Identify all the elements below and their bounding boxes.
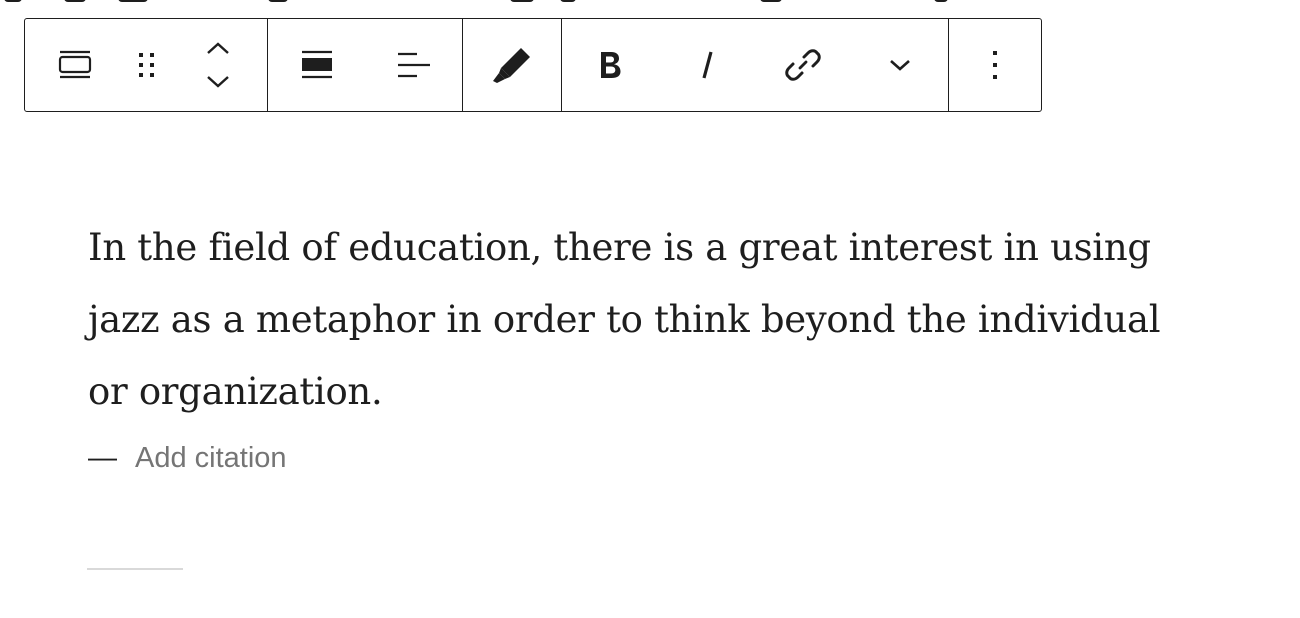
align-wide-icon (301, 50, 332, 79)
move-up-button[interactable] (206, 31, 230, 65)
options-button[interactable] (949, 19, 1041, 111)
citation-placeholder[interactable]: Add citation (135, 442, 287, 475)
quote-text[interactable]: In the field of education, there is a gr… (88, 212, 1208, 428)
drag-handle-icon (139, 53, 154, 77)
text-align-button[interactable] (365, 19, 462, 111)
italic-icon (702, 51, 713, 79)
highlighter-icon (493, 48, 530, 83)
chevron-down-icon (889, 60, 910, 71)
text-align-left-icon (397, 52, 430, 78)
link-button[interactable] (755, 19, 852, 111)
bold-icon (601, 52, 621, 78)
bold-button[interactable] (562, 19, 659, 111)
format-group (562, 19, 949, 111)
drag-handle-button[interactable] (125, 19, 169, 111)
more-vertical-icon (993, 51, 997, 79)
options-group (949, 19, 1041, 111)
citation[interactable]: — Add citation (88, 442, 1208, 475)
transform-block-button[interactable] (25, 19, 125, 111)
quote-block[interactable]: In the field of education, there is a gr… (88, 212, 1208, 475)
style-group (463, 19, 562, 111)
citation-dash: — (88, 442, 117, 474)
block-controls-group (25, 19, 268, 111)
link-icon (785, 49, 821, 81)
quote-transform-icon (58, 50, 92, 79)
move-down-button[interactable] (206, 65, 230, 99)
block-toolbar (24, 18, 1042, 112)
separator-line (87, 568, 183, 570)
more-formats-button[interactable] (852, 19, 949, 111)
italic-button[interactable] (659, 19, 756, 111)
move-down-icon (207, 76, 229, 88)
move-block-buttons (169, 19, 267, 111)
highlight-button[interactable] (463, 19, 561, 111)
alignment-group (268, 19, 463, 111)
move-up-icon (207, 42, 229, 54)
block-align-button[interactable] (268, 19, 365, 111)
previous-block-text-residue (0, 0, 960, 4)
